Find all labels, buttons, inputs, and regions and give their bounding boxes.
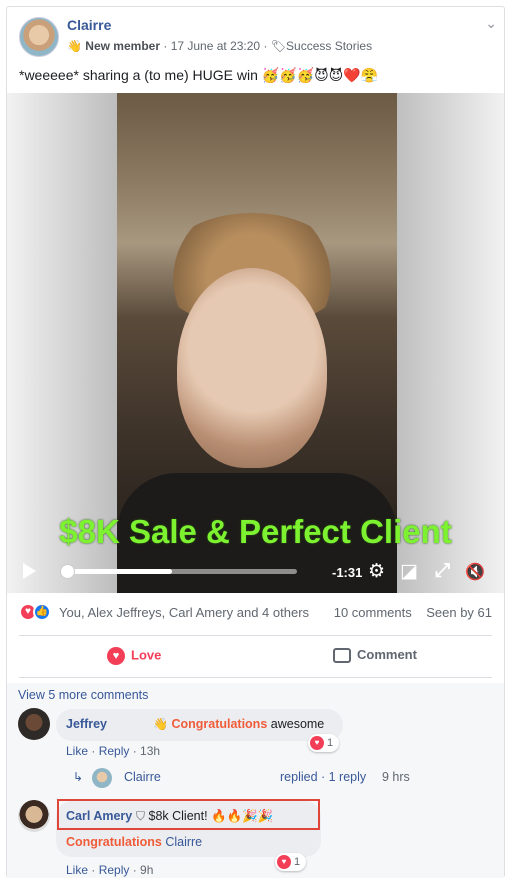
comment-reaction[interactable]: ♥ 1 xyxy=(308,734,340,752)
comments-count[interactable]: 10 comments xyxy=(334,605,412,620)
author-name[interactable]: Clairre xyxy=(67,17,111,33)
comment-label: Comment xyxy=(357,647,417,662)
video-progress-fill xyxy=(62,569,173,574)
member-badge: New member xyxy=(85,39,160,53)
video-progress-bar[interactable] xyxy=(60,564,297,579)
video-person-face xyxy=(177,268,327,468)
reply-arrow-icon: ↳ xyxy=(73,770,84,784)
highlight-box xyxy=(57,799,320,830)
heart-icon: ♥ xyxy=(277,855,291,870)
reactions-summary: ♥ 👍 You, Alex Jeffreys, Carl Amery and 4… xyxy=(7,601,504,625)
avatar[interactable] xyxy=(18,800,50,832)
reaction-names[interactable]: You, Alex Jeffreys, Carl Amery and 4 oth… xyxy=(59,605,309,620)
congratulations-badge: Congratulations xyxy=(171,717,268,731)
comment-actions: Like · Reply · 13h xyxy=(66,744,161,758)
like-reaction-icon: 👍 xyxy=(33,603,51,621)
play-icon[interactable] xyxy=(23,563,36,579)
like-link[interactable]: Like xyxy=(66,863,88,877)
picture-in-picture-icon[interactable]: ◪ xyxy=(400,560,418,583)
comment-reaction[interactable]: ♥ 1 xyxy=(275,853,307,871)
heart-icon: ♥ xyxy=(107,647,125,665)
like-link[interactable]: Like xyxy=(66,744,88,758)
love-label: Love xyxy=(131,647,162,663)
replied-link[interactable]: replied · 1 reply xyxy=(280,770,366,784)
mute-icon[interactable]: 🔇 xyxy=(465,562,485,582)
comment-author[interactable]: Jeffrey xyxy=(66,717,107,731)
video-progress-knob[interactable] xyxy=(60,564,75,579)
comment-actions: Like · Reply · 9h xyxy=(66,863,154,877)
post-topic[interactable]: Success Stories xyxy=(286,39,372,53)
reply-link[interactable]: Reply xyxy=(99,863,130,877)
wave-icon: 👋 xyxy=(153,717,168,731)
reaction-icons[interactable]: ♥ 👍 xyxy=(19,603,55,621)
post-header: Clairre 👋 New member · 17 June at 23:20 … xyxy=(17,15,497,59)
love-button[interactable]: ♥ Love xyxy=(107,647,161,675)
avatar[interactable] xyxy=(18,708,50,740)
reply-link[interactable]: Reply xyxy=(99,744,130,758)
divider xyxy=(19,635,492,636)
divider xyxy=(19,677,492,678)
video-player[interactable]: $8K Sale & Perfect Client -1:31 ⚙ ◪ ⤢ 🔇 xyxy=(7,93,504,593)
comment-time[interactable]: 13h xyxy=(140,744,160,758)
reply-author[interactable]: Clairre xyxy=(124,770,161,784)
reply-time: 9 hrs xyxy=(382,770,410,784)
post-meta: 👋 New member · 17 June at 23:20 · 🏷Succe… xyxy=(67,39,373,53)
comment-bubble: Jeffrey 👋 Congratulations awesome xyxy=(56,709,343,741)
comment-content: 👋 Congratulations awesome xyxy=(153,717,324,731)
comment-text: awesome xyxy=(270,717,325,731)
post-timestamp[interactable]: 17 June at 23:20 xyxy=(171,39,260,53)
reply-avatar[interactable] xyxy=(92,768,112,788)
video-controls: -1:31 ⚙ ◪ ⤢ 🔇 xyxy=(7,551,504,591)
chevron-down-icon[interactable]: ⌄ xyxy=(485,15,497,32)
seen-by[interactable]: Seen by 61 xyxy=(426,605,492,620)
tagged-user[interactable]: Clairre xyxy=(165,835,202,849)
post-counts: 10 comments Seen by 61 xyxy=(334,605,492,620)
comment-time[interactable]: 9h xyxy=(140,863,153,877)
wave-icon: 👋 xyxy=(67,39,82,53)
video-time-remaining: -1:31 xyxy=(332,565,363,580)
congratulations-tag: Congratulations xyxy=(66,835,162,849)
post-card: Clairre 👋 New member · 17 June at 23:20 … xyxy=(6,6,505,878)
comment-bubble-icon xyxy=(333,648,351,664)
video-overlay-text: $8K Sale & Perfect Client xyxy=(59,513,452,550)
author-avatar[interactable] xyxy=(19,17,59,57)
tag-icon: 🏷 xyxy=(270,39,287,53)
comment-button[interactable]: Comment xyxy=(333,647,417,675)
comment-tag-line: Congratulations Clairre xyxy=(66,835,202,849)
post-text: *weeeee* sharing a (to me) HUGE win 🥳🥳🥳😈… xyxy=(19,67,379,83)
settings-icon[interactable]: ⚙ xyxy=(368,560,385,583)
view-more-comments-link[interactable]: View 5 more comments xyxy=(18,688,148,702)
fullscreen-icon[interactable]: ⤢ xyxy=(435,560,450,582)
heart-icon: ♥ xyxy=(310,736,324,751)
